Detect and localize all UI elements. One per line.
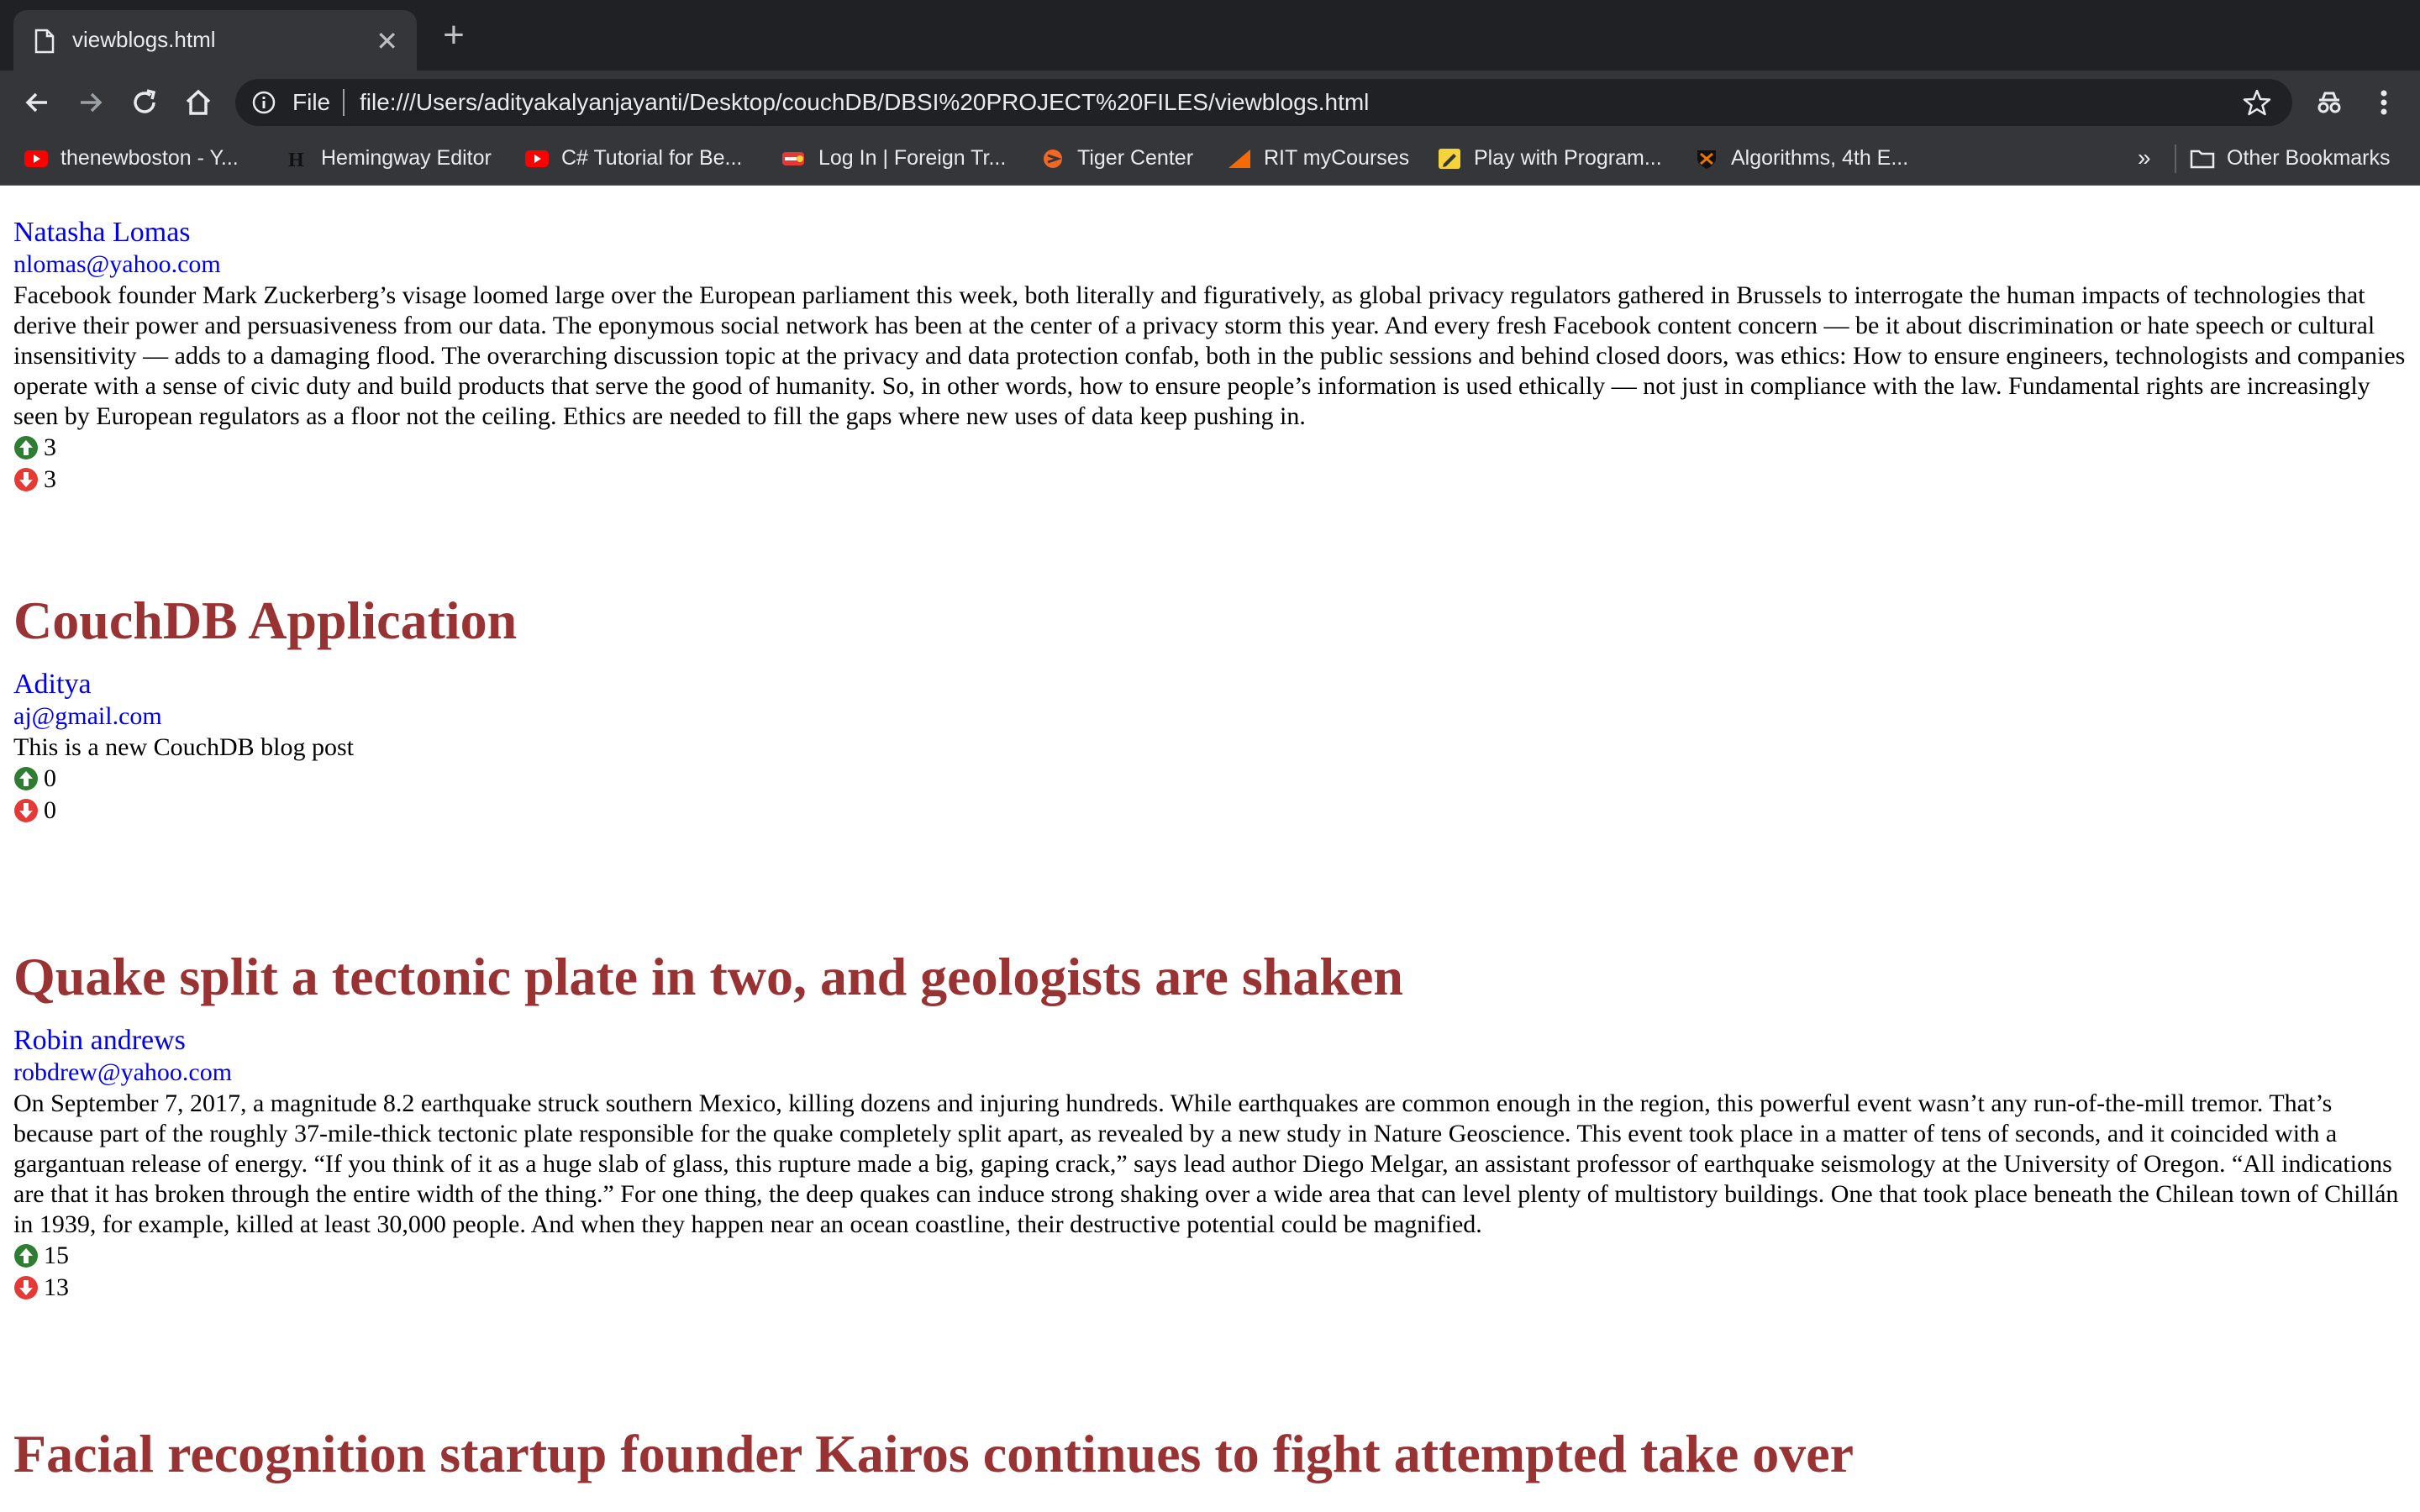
forward-arrow-icon[interactable] (74, 86, 108, 119)
downvote-count: 3 (44, 465, 56, 493)
downvote-arrow-icon[interactable] (13, 1275, 39, 1300)
bookmark-hemingway[interactable]: H Hemingway Editor (284, 141, 492, 175)
hemingway-h-icon: H (288, 150, 304, 170)
svg-text:H: H (288, 150, 304, 170)
bookmark-star-icon[interactable] (2242, 87, 2272, 118)
bookmark-label: Tiger Center (1077, 146, 1194, 170)
browser-tab[interactable]: viewblogs.html ✕ (13, 10, 417, 71)
tab-title: viewblogs.html (72, 27, 216, 52)
post-author[interactable]: Aditya (13, 669, 2407, 701)
browser-tabstrip: viewblogs.html ✕ + (0, 0, 2420, 71)
bookmark-label: Hemingway Editor (321, 146, 492, 170)
downvote-row: 3 (13, 464, 2407, 496)
back-arrow-icon[interactable] (20, 86, 54, 119)
upvote-arrow-icon[interactable] (13, 435, 39, 460)
new-tab-button[interactable]: + (437, 17, 471, 54)
close-tab-icon[interactable]: ✕ (376, 25, 398, 57)
downvote-arrow-icon[interactable] (13, 798, 39, 823)
downvote-row: 0 (13, 795, 2407, 827)
post-author[interactable]: Natasha Lomas (13, 217, 2407, 249)
upvote-arrow-icon[interactable] (13, 766, 39, 791)
downvote-arrow-icon[interactable] (13, 467, 39, 492)
post-body: This is a new CouchDB blog post (13, 733, 354, 761)
page-content: Natasha Lomas nlomas@yahoo.com Facebook … (13, 185, 2407, 1512)
url-protocol: File (292, 89, 331, 115)
info-icon[interactable] (250, 89, 277, 116)
post-title: Facial recognition startup founder Kairo… (13, 1424, 1854, 1483)
incognito-extension-icon[interactable] (2312, 86, 2346, 119)
post-title: CouchDB Application (13, 591, 518, 650)
upvote-row: 0 (13, 763, 2407, 795)
upvote-row: 15 (13, 1240, 2407, 1272)
browser-toolbar: File file:///Users/adityakalyanjayanti/D… (0, 71, 2420, 133)
mycourses-icon (1228, 150, 1250, 169)
bookmarks-bar: thenewboston - Y... H Hemingway Editor C#… (0, 133, 2420, 186)
post-author[interactable]: Robin andrews (13, 1025, 2407, 1057)
bookmark-rit-mycourses[interactable]: RIT myCourses (1227, 141, 1409, 175)
bookmark-csharp-tutorial[interactable]: C# Tutorial for Be... (524, 141, 742, 175)
blog-post: Facial recognition startup founder Kairo… (13, 1423, 2407, 1485)
reload-icon[interactable] (128, 86, 161, 119)
bookmark-label: Other Bookmarks (2227, 146, 2391, 170)
downvote-row: 13 (13, 1272, 2407, 1304)
folder-icon (2190, 150, 2215, 169)
bookmark-algorithms[interactable]: Algorithms, 4th E... (1694, 141, 1908, 175)
upvote-arrow-icon[interactable] (13, 1243, 39, 1268)
tiger-center-icon (1044, 150, 1062, 169)
blog-post: Natasha Lomas nlomas@yahoo.com Facebook … (13, 217, 2407, 496)
bookmark-tiger-center[interactable]: Tiger Center (1040, 141, 1193, 175)
address-bar[interactable]: File file:///Users/adityakalyanjayanti/D… (235, 79, 2292, 126)
post-body: On September 7, 2017, a magnitude 8.2 ea… (13, 1089, 2399, 1238)
bookmark-foreign-trade[interactable]: Log In | Foreign Tr... (781, 141, 1006, 175)
bookmarks-divider (2175, 144, 2176, 173)
bookmark-label: Algorithms, 4th E... (1731, 146, 1909, 170)
post-body: Facebook founder Mark Zuckerberg’s visag… (13, 281, 2406, 430)
url-text[interactable]: file:///Users/adityakalyanjayanti/Deskto… (360, 89, 1369, 116)
bookmark-label: Log In | Foreign Tr... (818, 146, 1007, 170)
bookmark-play-with-programming[interactable]: Play with Program... (1437, 141, 1662, 175)
upvote-count: 0 (44, 764, 56, 792)
bookmarks-overflow-button[interactable]: » (2138, 141, 2151, 175)
pencil-icon (1439, 149, 1460, 170)
blog-post: Quake split a tectonic plate in two, and… (13, 946, 2407, 1304)
bookmark-label: Play with Program... (1474, 146, 1662, 170)
downvote-count: 0 (44, 796, 56, 824)
more-menu-icon[interactable] (2371, 86, 2396, 119)
file-icon (34, 29, 55, 54)
youtube-icon (525, 150, 549, 168)
bookmark-label: thenewboston - Y... (60, 146, 239, 170)
blog-post: CouchDB Application Aditya aj@gmail.com … (13, 590, 2407, 827)
upvote-count: 3 (44, 433, 56, 461)
other-bookmarks-folder[interactable]: Other Bookmarks (2190, 141, 2391, 175)
bookmark-label: C# Tutorial for Be... (561, 146, 743, 170)
post-title: Quake split a tectonic plate in two, and… (13, 947, 1403, 1006)
home-icon[interactable] (182, 86, 215, 119)
bookmark-label: RIT myCourses (1264, 146, 1410, 170)
url-separator (343, 89, 345, 116)
post-email[interactable]: robdrew@yahoo.com (13, 1057, 2407, 1089)
princeton-shield-icon (1697, 150, 1716, 170)
post-email[interactable]: nlomas@yahoo.com (13, 249, 2407, 281)
foreign-trade-icon (782, 152, 804, 166)
upvote-count: 15 (44, 1242, 69, 1269)
downvote-count: 13 (44, 1273, 69, 1301)
upvote-row: 3 (13, 432, 2407, 464)
youtube-icon (24, 150, 48, 168)
post-email[interactable]: aj@gmail.com (13, 701, 2407, 732)
bookmark-thenewboston[interactable]: thenewboston - Y... (24, 141, 239, 175)
